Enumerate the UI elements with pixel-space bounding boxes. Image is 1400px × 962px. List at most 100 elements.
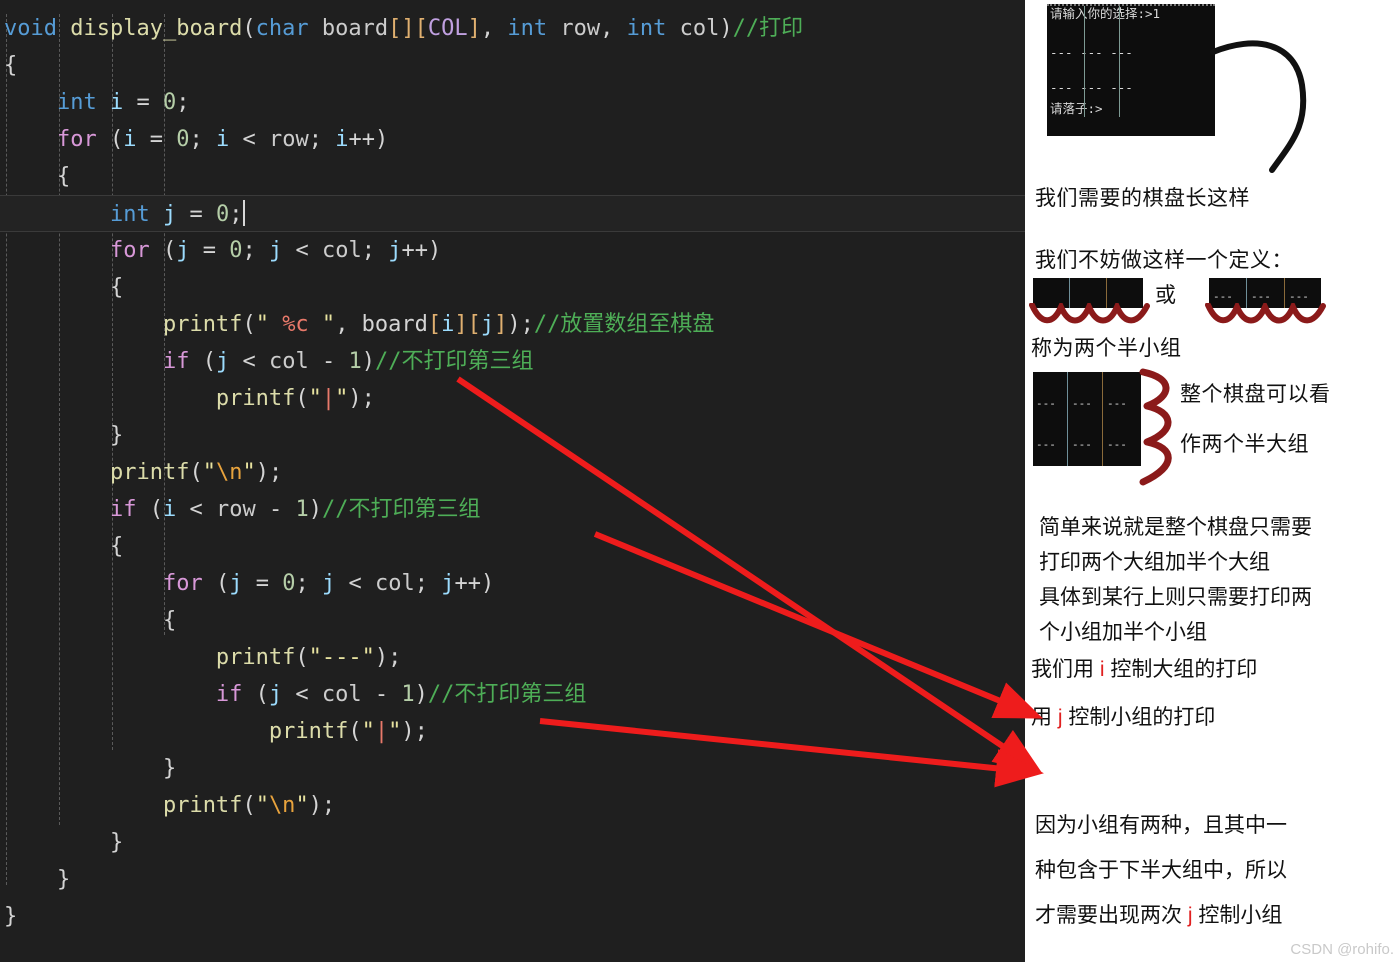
- code-token: col: [321, 238, 362, 263]
- code-line[interactable]: if (j < col - 1)//不打印第三组: [0, 343, 1025, 380]
- code-token: col: [268, 349, 309, 374]
- code-line[interactable]: printf("|");: [0, 380, 1025, 417]
- code-line[interactable]: int i = 0;: [0, 84, 1025, 121]
- code-token: 1: [401, 682, 415, 707]
- code-token: j: [388, 238, 402, 263]
- code-token: 0: [162, 90, 177, 115]
- code-token: //放置数组至棋盘: [533, 312, 715, 337]
- code-token: row: [268, 127, 309, 152]
- code-token: {: [109, 534, 124, 559]
- code-token: j: [215, 349, 230, 374]
- code-token: ": [308, 386, 322, 411]
- code-token: 0: [229, 238, 243, 263]
- code-token: ": [295, 793, 309, 818]
- paragraph-line-1: 简单来说就是整个棋盘只需要: [1039, 516, 1312, 539]
- code-token: 0: [176, 127, 190, 152]
- code-line[interactable]: }: [0, 750, 1025, 787]
- code-line[interactable]: {: [0, 528, 1025, 565]
- code-token: ): [361, 349, 375, 374]
- annotation-panel: 请输入你的选择:>1 --- --- --- --- --- --- 请落子:>…: [1025, 0, 1400, 962]
- code-line[interactable]: {: [0, 269, 1025, 306]
- strip2-dash-2: ---: [1251, 290, 1271, 303]
- console-board: --- --- --- --- --- ---: [1047, 6, 1215, 117]
- code-token: \n: [268, 793, 296, 818]
- code-token: \n: [215, 460, 243, 485]
- code-token: (: [242, 682, 269, 707]
- code-token: row: [547, 16, 601, 41]
- code-token: int: [626, 16, 667, 41]
- code-line[interactable]: for (i = 0; i < row; i++): [0, 121, 1025, 158]
- code-editor[interactable]: void display_board(char board[][COL], in…: [0, 0, 1025, 962]
- code-token: col: [666, 16, 720, 41]
- code-token: <: [176, 497, 216, 522]
- code-line[interactable]: if (i < row - 1)//不打印第三组: [0, 491, 1025, 528]
- code-token: );: [374, 645, 402, 670]
- code-line[interactable]: printf("\n");: [0, 454, 1025, 491]
- code-token: row: [215, 497, 256, 522]
- watermark: CSDN @rohifo.: [1290, 941, 1394, 958]
- code-token: <: [282, 682, 322, 707]
- code-token: int: [56, 90, 97, 115]
- code-line[interactable]: }: [0, 898, 1025, 935]
- code-line[interactable]: {: [0, 158, 1025, 195]
- code-token: ;: [176, 90, 190, 115]
- code-token: //不打印第三组: [374, 349, 534, 374]
- code-token: {: [109, 275, 124, 300]
- code-line[interactable]: {: [0, 602, 1025, 639]
- code-token: {: [56, 164, 71, 189]
- code-line[interactable]: {: [0, 47, 1025, 84]
- code-token: if: [162, 349, 190, 374]
- code-line[interactable]: }: [0, 824, 1025, 861]
- code-token: ,: [480, 16, 508, 41]
- code-token: board: [308, 16, 389, 41]
- code-token: ": [242, 460, 256, 485]
- code-line[interactable]: printf("\n");: [0, 787, 1025, 824]
- code-token: -: [308, 349, 349, 374]
- code-line[interactable]: for (j = 0; j < col; j++): [0, 232, 1025, 269]
- code-token: "---": [308, 645, 375, 670]
- code-token: COL: [427, 16, 468, 41]
- code-line[interactable]: printf("|");: [0, 713, 1025, 750]
- code-line[interactable]: printf("---");: [0, 639, 1025, 676]
- code-line[interactable]: int j = 0;: [0, 195, 1025, 232]
- code-token: ;: [295, 571, 322, 596]
- paragraph-line-2: 打印两个大组加半个大组: [1039, 551, 1270, 574]
- code-token: (: [189, 349, 216, 374]
- code-token: );: [348, 386, 375, 411]
- code-token: (: [202, 571, 230, 596]
- code-token: printf: [162, 312, 243, 337]
- code-line[interactable]: }: [0, 861, 1025, 898]
- code-token: ,: [600, 16, 627, 41]
- code-token: void: [4, 16, 71, 41]
- code-token: j: [480, 312, 495, 337]
- code-line[interactable]: printf(" %c ", board[i][j]);//放置数组至棋盘: [0, 306, 1025, 343]
- code-token: if: [109, 497, 137, 522]
- line-i-post: 控制大组的打印: [1104, 658, 1258, 681]
- caption-small-group: 称为两个半小组: [1031, 337, 1182, 360]
- code-token: }: [109, 830, 124, 855]
- code-line[interactable]: void display_board(char board[][COL], in…: [0, 10, 1025, 47]
- code-line[interactable]: for (j = 0; j < col; j++): [0, 565, 1025, 602]
- console-prompt-line: 请输入你的选择:>1: [1050, 6, 1161, 21]
- code-content[interactable]: void display_board(char board[][COL], in…: [0, 0, 1025, 935]
- code-token: ): [308, 497, 322, 522]
- code-token: (: [136, 497, 163, 522]
- bigboard-dash-5: ---: [1072, 438, 1092, 451]
- code-line[interactable]: }: [0, 417, 1025, 454]
- code-token: //不打印第三组: [427, 682, 587, 707]
- code-token: }: [109, 423, 124, 448]
- code-token: ;: [189, 127, 216, 152]
- code-token: printf: [109, 460, 190, 485]
- code-line[interactable]: if (j < col - 1)//不打印第三组: [0, 676, 1025, 713]
